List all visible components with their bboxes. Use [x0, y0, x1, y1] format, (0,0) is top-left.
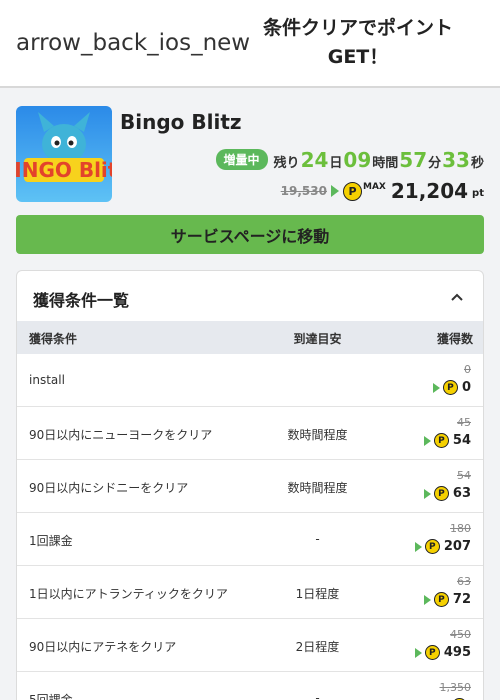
eta-text: - [315, 691, 320, 700]
conditions-table-header: 獲得条件 到達目安 獲得数 [17, 321, 483, 354]
increase-arrow-icon [330, 185, 339, 197]
timer-hours: 09 [343, 148, 372, 172]
reward: P 495 [414, 645, 471, 660]
increase-arrow-icon [423, 488, 431, 499]
condition-text: 90日以内にシドニーをクリア [29, 481, 189, 495]
old-points: 19,530 [280, 184, 327, 198]
reward: P 54 [423, 433, 471, 448]
chevron-up-icon[interactable] [449, 289, 465, 305]
point-coin-icon: P [424, 539, 440, 554]
eta-text: 2日程度 [295, 640, 340, 654]
app-name: Bingo Blitz [120, 110, 242, 134]
reward: P 72 [423, 592, 471, 607]
reward-value: 0 [461, 380, 471, 395]
timer-seconds: 33 [442, 148, 470, 172]
increase-arrow-icon [414, 541, 422, 552]
old-reward: 63 [457, 575, 471, 588]
point-coin-icon: P [433, 592, 449, 607]
table-row: 1回課金 - 180 P 207 [17, 513, 483, 566]
eta-text: 数時間程度 [287, 481, 348, 495]
point-coin-icon: P [424, 645, 440, 660]
reward: P 0 [432, 380, 471, 395]
condition-text: 5回課金 [29, 693, 73, 700]
increase-arrow-icon [423, 435, 431, 446]
conditions-card: 獲得条件一覧 獲得条件 到達目安 獲得数 install 0 P 0 90日以内… [16, 270, 484, 700]
reward-value: 72 [452, 592, 471, 607]
point-coin-icon: P [433, 433, 449, 448]
column-condition: 獲得条件 [29, 332, 78, 346]
old-reward: 1,350 [439, 681, 472, 694]
old-reward: 450 [450, 628, 471, 641]
condition-text: 90日以内にニューヨークをクリア [29, 428, 213, 442]
table-row: install 0 P 0 [17, 354, 483, 407]
table-row: 90日以内にアテネをクリア 2日程度 450 P 495 [17, 619, 483, 672]
timer-seconds-label: 秒 [470, 156, 484, 171]
column-points: 獲得数 [436, 332, 473, 346]
max-label: MAX [362, 182, 386, 192]
increase-arrow-icon [423, 594, 431, 605]
condition-text: 90日以内にアテネをクリア [29, 640, 177, 654]
app-icon: BINGO Blitz [16, 106, 112, 202]
max-points: 19,530 P MAX 21,204 pt [281, 179, 484, 203]
old-reward: 180 [450, 522, 471, 535]
campaign-timer: 増量中 残り 24 日 09 時間 57 分 33 秒 [215, 148, 484, 173]
reward-value: 54 [452, 433, 471, 448]
timer-minutes: 57 [399, 148, 428, 172]
condition-text: install [29, 373, 65, 387]
eta-text: 数時間程度 [287, 428, 348, 442]
timer-minutes-label: 分 [428, 156, 442, 171]
eta-text: 1日程度 [295, 587, 340, 601]
reward-value: 63 [452, 486, 471, 501]
page-title: 条件クリアでポイントGET！ [262, 17, 453, 68]
condition-text: 1回課金 [29, 534, 73, 548]
old-reward: 0 [464, 363, 471, 376]
points-value: 21,204 [390, 179, 469, 203]
points-unit: pt [472, 187, 484, 199]
reward: P 207 [414, 539, 471, 554]
table-row: 1日以内にアトランティックをクリア 1日程度 63 P 72 [17, 566, 483, 619]
back-button[interactable]: arrow_back_ios_new [16, 30, 250, 56]
column-eta: 到達目安 [293, 332, 342, 346]
app-header: arrow_back_ios_new 条件クリアでポイントGET！ [0, 0, 500, 88]
boost-badge: 増量中 [215, 149, 268, 170]
conditions-title: 獲得条件一覧 [33, 291, 130, 310]
timer-prefix: 残り [273, 156, 300, 171]
old-reward: 45 [457, 416, 471, 429]
reward: P 63 [423, 486, 471, 501]
service-page-button[interactable]: サービスページに移動 [16, 215, 484, 254]
old-reward: 54 [457, 469, 471, 482]
point-coin-icon: P [442, 380, 458, 395]
conditions-table-body: install 0 P 0 90日以内にニューヨークをクリア 数時間程度 45 … [17, 354, 483, 700]
point-coin-icon: P [342, 181, 362, 201]
condition-text: 1日以内にアトランティックをクリア [29, 587, 228, 601]
timer-hours-label: 時間 [372, 156, 399, 171]
point-coin-icon: P [433, 486, 449, 501]
reward-value: 495 [443, 645, 471, 660]
timer-days: 24 [300, 148, 329, 172]
increase-arrow-icon [414, 647, 422, 658]
table-row: 90日以内にシドニーをクリア 数時間程度 54 P 63 [17, 460, 483, 513]
table-row: 90日以内にニューヨークをクリア 数時間程度 45 P 54 [17, 407, 483, 460]
timer-days-label: 日 [329, 156, 343, 171]
table-row: 5回課金 - 1,350 P [17, 672, 483, 700]
app-icon-logo-text: BINGO Blitz [16, 158, 112, 182]
eta-text: - [315, 532, 320, 546]
reward-value: 207 [443, 539, 471, 554]
increase-arrow-icon [432, 382, 440, 393]
